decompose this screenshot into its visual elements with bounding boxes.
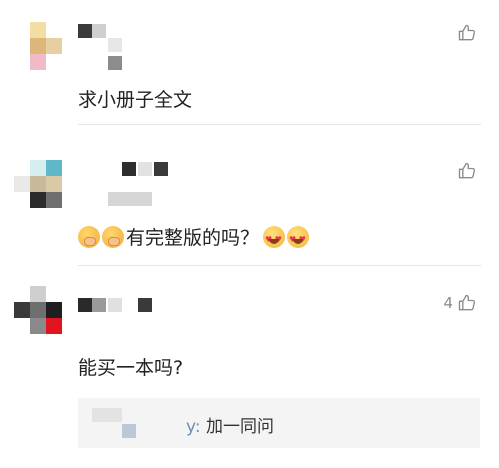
avatar-pixel bbox=[14, 302, 30, 318]
reply-text-row: y: 加一同问 bbox=[186, 412, 274, 437]
avatar-pixel bbox=[46, 160, 62, 176]
heart-eyes-emoji bbox=[263, 226, 286, 252]
avatar-pixel bbox=[46, 38, 62, 54]
avatar-pixel bbox=[46, 192, 62, 208]
username[interactable] bbox=[78, 24, 138, 52]
heart-eyes-emoji bbox=[287, 226, 310, 252]
divider bbox=[78, 124, 481, 125]
avatar-pixel bbox=[30, 286, 46, 302]
avatar-pixel bbox=[30, 192, 46, 208]
avatar-pixel bbox=[46, 318, 62, 334]
shushing-face-emoji bbox=[78, 226, 100, 248]
divider bbox=[78, 265, 481, 266]
avatar-pixel bbox=[30, 302, 46, 318]
avatar[interactable] bbox=[14, 286, 64, 336]
comment-text-row: 有完整版的吗？ bbox=[78, 226, 311, 252]
reply-box[interactable]: y: 加一同问 bbox=[78, 398, 480, 448]
thumbs-up-icon bbox=[458, 162, 476, 179]
like-button[interactable] bbox=[453, 160, 477, 182]
avatar[interactable] bbox=[14, 22, 64, 72]
avatar[interactable] bbox=[14, 160, 64, 210]
comment-text: 能买一本吗? bbox=[78, 357, 184, 379]
reply-separator: : bbox=[194, 417, 201, 437]
avatar-pixel bbox=[14, 176, 30, 192]
user-badge bbox=[108, 56, 122, 72]
avatar-pixel bbox=[30, 160, 46, 176]
like-count: 4 bbox=[443, 294, 453, 312]
avatar-pixel bbox=[30, 176, 46, 192]
avatar-pixel bbox=[30, 318, 46, 334]
avatar-pixel bbox=[30, 54, 46, 70]
reply-avatar bbox=[92, 408, 142, 440]
avatar-pixel bbox=[30, 22, 46, 38]
avatar-pixel bbox=[46, 176, 62, 192]
user-badge bbox=[108, 192, 152, 208]
comment-text: 有完整版的吗？ bbox=[126, 227, 260, 249]
like-button[interactable]: 4 bbox=[443, 292, 477, 314]
avatar-pixel bbox=[46, 302, 62, 318]
reply-username[interactable]: y bbox=[186, 417, 195, 437]
reply-text: 加一同问 bbox=[205, 417, 274, 437]
comment-text: 求小册子全文 bbox=[78, 89, 193, 111]
username[interactable] bbox=[122, 162, 170, 178]
thumbs-up-icon bbox=[458, 24, 476, 41]
username[interactable] bbox=[78, 298, 154, 314]
thumbs-up-icon bbox=[458, 294, 476, 311]
avatar-pixel bbox=[30, 38, 46, 54]
like-button[interactable] bbox=[453, 22, 477, 44]
shushing-face-emoji bbox=[102, 226, 124, 248]
